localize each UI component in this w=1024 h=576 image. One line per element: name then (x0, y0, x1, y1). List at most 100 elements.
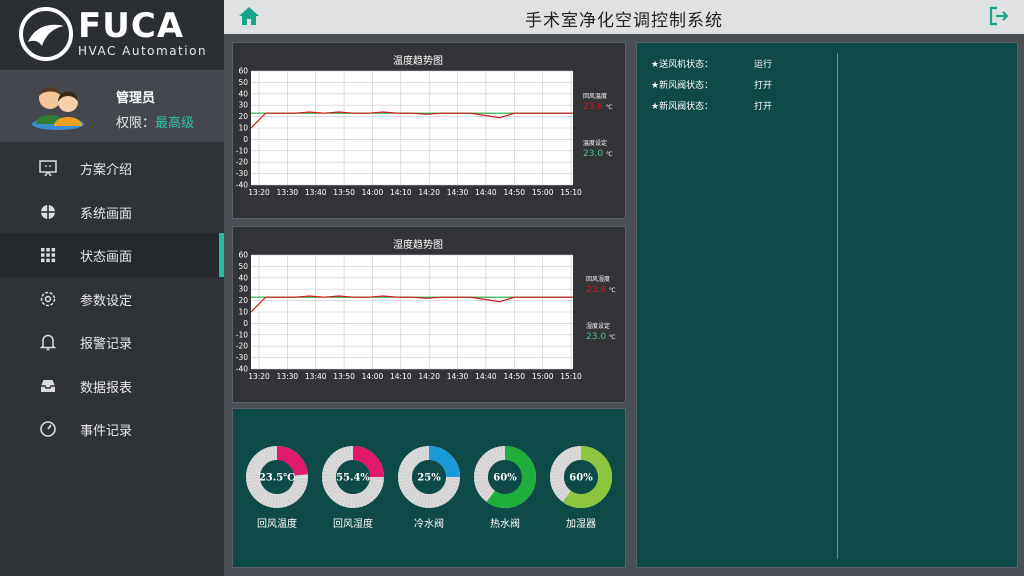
x-tick-label: 13:30 (277, 372, 299, 381)
grid-icon (41, 248, 56, 263)
gauge-value: 60% (493, 473, 517, 484)
y-tick-label: 30 (238, 285, 248, 294)
sidebar-item-label: 报警记录 (80, 337, 133, 352)
y-tick-label: -40 (236, 181, 248, 190)
x-tick-label: 14:50 (503, 188, 525, 197)
y-tick-label: -20 (236, 158, 248, 167)
sidebar-item-alarms[interactable]: 报警记录 (0, 320, 224, 364)
humidity-trend-panel: 湿度趋势图 60 50 40 30 20 10 0 -10 -20 -30 -40 13:20 13:3… (232, 226, 626, 403)
x-tick-label: 13:50 (333, 372, 355, 381)
status-label: ★新风阀状态： (651, 81, 714, 91)
donut-gauge: 25% (398, 446, 460, 508)
gauge-value: 55.4% (336, 473, 370, 484)
brand-name: FUCA (78, 6, 185, 46)
presentation-icon (39, 160, 57, 177)
sidebar-item-intro[interactable]: 方案介绍 (0, 146, 224, 190)
sidebar-item-reports[interactable]: 数据报表 (0, 364, 224, 408)
gauge-value: 25% (417, 473, 441, 484)
permission-level: 最高级 (155, 116, 195, 131)
y-tick-label: -10 (236, 146, 248, 155)
sidebar-item-events[interactable]: 事件记录 (0, 407, 224, 451)
gauge-value: 60% (569, 473, 593, 484)
exit-icon[interactable] (988, 5, 1010, 27)
legend-return-label: 回风温度 (583, 93, 608, 100)
x-tick-label: 14:40 (475, 372, 497, 381)
status-label: ★新风阀状态： (651, 102, 714, 112)
y-tick-label: 30 (238, 101, 248, 110)
y-tick-label: 0 (243, 135, 248, 144)
y-tick-label: 50 (238, 78, 248, 87)
avatar (32, 87, 84, 130)
donut-gauge: 55.4% (322, 446, 384, 508)
status-row-supply-fan: ★送风机状态： 运行 (651, 57, 772, 70)
fuca-logo-icon (19, 7, 73, 61)
status-panel: ★送风机状态： 运行 ★新风阀状态： 打开 ★新风阀状态： 打开 (636, 42, 1018, 568)
x-tick-label: 13:40 (305, 188, 327, 197)
legend-unit: ℃ (608, 287, 616, 294)
y-tick-label: -10 (236, 330, 248, 339)
gear-icon (40, 291, 56, 306)
y-tick-label: -30 (236, 353, 248, 362)
x-tick-label: 14:10 (390, 188, 412, 197)
x-tick-label: 14:00 (362, 372, 384, 381)
x-tick-label: 14:30 (447, 188, 469, 197)
x-tick-label: 15:00 (532, 188, 554, 197)
sidebar-item-label: 数据报表 (80, 380, 133, 396)
x-tick-label: 14:20 (418, 372, 440, 381)
x-tick-label: 15:00 (532, 372, 554, 381)
donut-gauge: 60% (474, 446, 536, 508)
donut-gauge: 60% (550, 446, 612, 508)
legend-return-number: 23.6 (586, 285, 607, 295)
fan-icon (41, 204, 55, 219)
x-tick-label: 15:10 (560, 188, 582, 197)
y-tick-label: 10 (238, 124, 248, 133)
gauge-label: 冷水阀 (414, 519, 444, 530)
legend-return-label: 回风湿度 (586, 276, 611, 283)
sidebar-item-label: 状态画面 (80, 250, 133, 265)
legend-unit: ℃ (605, 104, 613, 111)
x-tick-label: 13:20 (248, 188, 270, 197)
status-label: ★送风机状态： (651, 60, 714, 70)
permission-label: 权限： (116, 116, 156, 131)
sidebar-item-label: 系统画面 (80, 206, 133, 222)
legend-set-value: 23.0 ℃ (586, 332, 616, 342)
header-bar: 手术室净化空调控制系统 (224, 0, 1024, 34)
inbox-icon (41, 379, 55, 392)
gauge-1: 55.4% 回风湿度 (321, 445, 385, 530)
bell-icon (39, 334, 57, 351)
status-value: 打开 (754, 102, 773, 112)
x-tick-label: 14:30 (447, 372, 469, 381)
sidebar-item-system[interactable]: 系统画面 (0, 190, 224, 234)
legend-unit: ℃ (608, 334, 616, 341)
sidebar-item-params[interactable]: 参数设定 (0, 277, 224, 321)
legend-return-number: 23.6 (583, 102, 604, 112)
donut-gauge: 23.5℃ (246, 446, 308, 508)
humidity-trend-chart: 60 50 40 30 20 10 0 -10 -20 -30 -4013:20 13:30 13:40… (236, 251, 582, 382)
sidebar-item-label: 方案介绍 (80, 163, 133, 178)
status-row-fresh-air-valve: ★新风阀状态： 打开 (651, 78, 772, 91)
logo: FUCA HVAC Automation (0, 0, 224, 70)
x-tick-label: 13:20 (248, 372, 270, 381)
y-tick-label: 20 (238, 296, 248, 305)
status-divider (837, 53, 838, 559)
temperature-trend-panel: 温度趋势图 60 50 40 30 20 10 0 -10 -20 -30 -40 13:20 13:3… (232, 42, 626, 219)
user-card: 管理员 权限：最高级 (0, 70, 224, 142)
x-tick-label: 14:00 (362, 188, 384, 197)
gauge-3: 60% 热水阀 (473, 445, 537, 530)
y-tick-label: -20 (236, 342, 248, 351)
page-title: 手术室净化空调控制系统 (525, 11, 723, 31)
x-tick-label: 14:20 (418, 188, 440, 197)
status-row-fresh-air-valve-2: ★新风阀状态： 打开 (651, 99, 772, 112)
x-tick-label: 14:10 (390, 372, 412, 381)
legend-return-value: 23.6 ℃ (583, 102, 613, 112)
sidebar: FUCA HVAC Automation 管理员 权限：最高级 方案介绍 系统画… (0, 0, 224, 576)
x-tick-label: 13:40 (305, 372, 327, 381)
gauge-panel: 23.5℃ 回风温度 55.4% 回风湿度 25% 冷水阀 60% 热水阀 60% 加湿器 (232, 408, 626, 568)
gauge-0: 23.5℃ 回风温度 (245, 445, 309, 530)
gauge-value: 23.5℃ (259, 473, 295, 484)
gauge-label: 热水阀 (490, 519, 520, 530)
y-tick-label: 40 (238, 273, 248, 282)
sidebar-item-status[interactable]: 状态画面 (0, 233, 224, 277)
y-tick-label: 50 (238, 262, 248, 271)
x-tick-label: 15:10 (560, 372, 582, 381)
